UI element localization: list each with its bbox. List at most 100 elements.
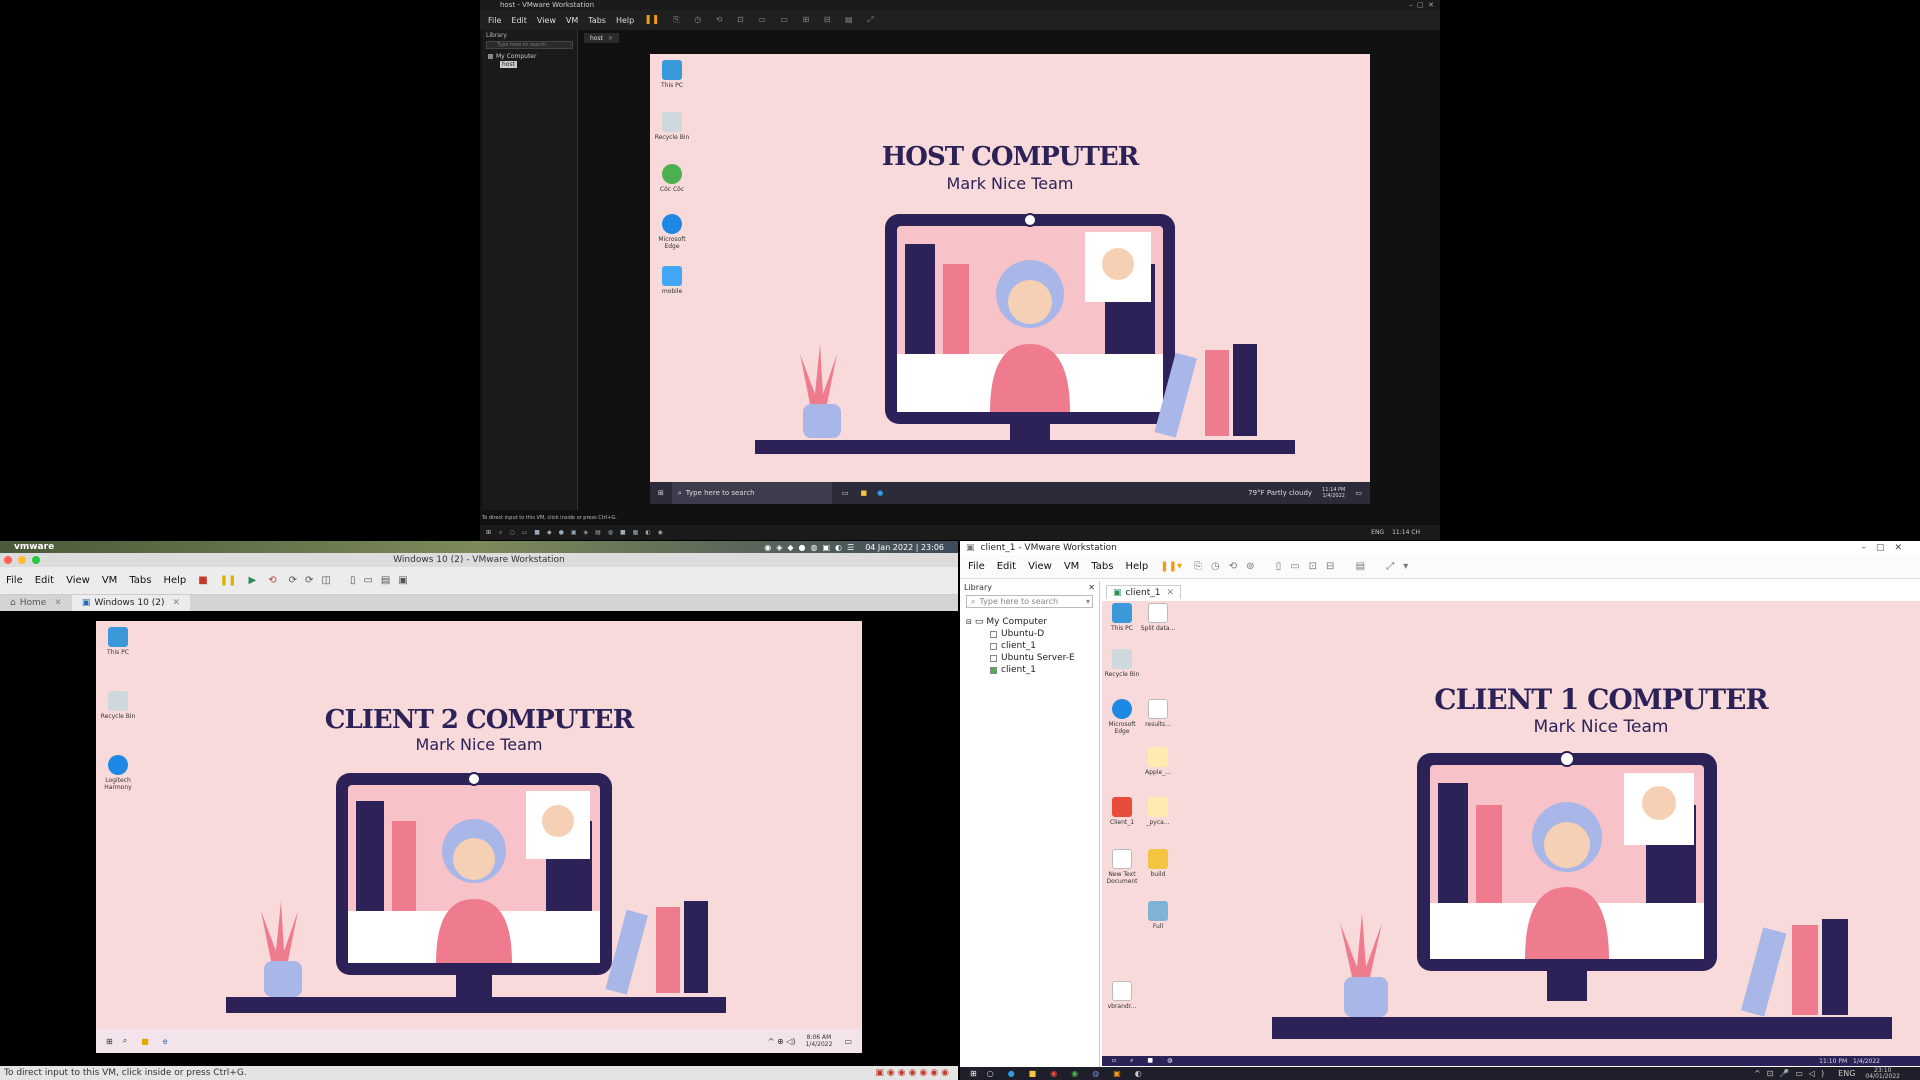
client1-icon-split-data[interactable]: Split data... (1138, 603, 1178, 632)
mac-tab-home[interactable]: ⌂ Home ✕ (0, 598, 72, 608)
host-window-controls[interactable]: – ▢ ✕ (1409, 1, 1434, 9)
host-desktop-icon-this-pc[interactable]: This PC (652, 60, 692, 89)
host-menu-vm[interactable]: VM (566, 16, 578, 25)
client1-icon-pycache[interactable]: _pyca... (1138, 797, 1178, 826)
mac-menu-tabs[interactable]: Tabs (129, 575, 151, 586)
client1-menu-help[interactable]: Help (1125, 561, 1148, 572)
file-explorer-icon[interactable]: ■ (1029, 1069, 1037, 1078)
mac-menu-file[interactable]: File (6, 575, 23, 586)
windows-start-icon[interactable]: ⊞ (970, 1069, 977, 1078)
client2-guest-clock[interactable]: 8:06 AM 1/4/2022 (805, 1034, 832, 1048)
edge-icon[interactable]: e (163, 1037, 168, 1046)
host-menu-view[interactable]: View (537, 16, 556, 25)
mac-tab-windows10[interactable]: ▣ Windows 10 (2) ✕ (71, 595, 191, 611)
notification-icon[interactable]: ▭ (844, 1037, 852, 1046)
client1-vm-tab[interactable]: ▣ client_1 ✕ (1106, 585, 1182, 599)
host-tree-root[interactable]: My Computer (488, 53, 577, 60)
edge-icon[interactable]: ● (1008, 1069, 1015, 1078)
mac-menu-help[interactable]: Help (163, 575, 186, 586)
notification-icon[interactable]: ▭ (1355, 489, 1362, 497)
host-desktop-icon-edge[interactable]: Microsoft Edge (652, 214, 692, 250)
client1-window-controls[interactable]: –▢✕ (1861, 543, 1912, 553)
mac-menu-view[interactable]: View (66, 575, 90, 586)
cortana-icon[interactable]: ○ (987, 1069, 994, 1078)
client1-menu-edit[interactable]: Edit (997, 561, 1016, 572)
client1-menu-tabs[interactable]: Tabs (1091, 561, 1113, 572)
host-vm-tab[interactable]: host ✕ (584, 33, 619, 43)
client1-guest-taskbar-apps[interactable]: ▫⌕■◍ (1112, 1057, 1186, 1065)
discord-icon[interactable]: ◍ (1092, 1069, 1099, 1078)
file-explorer-icon[interactable]: ■ (141, 1037, 149, 1046)
host-guest-start-icon[interactable]: ⊞ (658, 489, 664, 497)
pause-icon[interactable]: ❚❚▾ (1160, 561, 1182, 572)
client1-icon-full[interactable]: Full (1138, 901, 1178, 930)
mac-status-icons[interactable]: ◉◈◆●◍▣◐☰ (764, 543, 859, 552)
host-guest-search-box[interactable]: ⌕ Type here to search (671, 482, 832, 504)
tree-ubuntu-d[interactable]: Ubuntu-D (966, 628, 1099, 640)
search-icon[interactable]: ⌕ (123, 1036, 127, 1046)
client1-icon-build[interactable]: build (1138, 849, 1178, 878)
chevron-down-icon[interactable]: ▾ (1086, 597, 1090, 606)
client1-icon-results[interactable]: results... (1138, 699, 1178, 728)
tray-icons[interactable]: ^⊡🎤▭◁) (1754, 1069, 1830, 1078)
tree-client-1[interactable]: client_1 (966, 640, 1099, 652)
mac-app-name[interactable]: vmware (14, 542, 54, 552)
obs-icon[interactable]: ◐ (1135, 1069, 1142, 1078)
host-taskbar-apps[interactable]: ⌕○▭■◆●▣◈▤◍■▦◐◉ (499, 529, 670, 537)
coccoc-icon[interactable]: ◉ (1071, 1069, 1078, 1078)
client1-menu-file[interactable]: File (968, 561, 985, 572)
host-menu-tabs[interactable]: Tabs (588, 16, 606, 25)
tray-icons[interactable]: ^ ⊕ ◁) (768, 1037, 796, 1046)
client1-menu-vm[interactable]: VM (1064, 561, 1079, 572)
file-explorer-icon[interactable]: ■ (861, 489, 868, 497)
chrome-icon[interactable]: ◉ (1050, 1069, 1057, 1078)
client1-icon-new-text-doc[interactable]: New Text Document (1102, 849, 1142, 885)
close-tab-icon[interactable]: ✕ (1166, 588, 1174, 598)
tree-my-computer[interactable]: ⊟ ▭ My Computer (966, 616, 1099, 628)
client1-icon-this-pc[interactable]: This PC (1102, 603, 1142, 632)
host-pause-icon[interactable]: ❚❚ (644, 15, 659, 25)
host-guest-clock[interactable]: 11:14 PM 1/4/2022 (1322, 487, 1345, 499)
host-start-icon[interactable]: ⊞ (486, 529, 491, 536)
client1-host-clock[interactable]: 23:10 04/01/2022 (1865, 1067, 1900, 1080)
pause-icon[interactable]: ❚❚ (220, 575, 237, 586)
host-tab-close-icon[interactable]: ✕ (608, 35, 613, 42)
client1-menu-view[interactable]: View (1028, 561, 1052, 572)
mac-toolbar-icons[interactable]: ⟳⟳◫ ▯▭▤▣ (289, 575, 416, 586)
play-icon[interactable]: ▶ (248, 575, 256, 586)
edge-icon[interactable]: ● (877, 489, 883, 497)
stop-icon[interactable]: ■ (198, 575, 207, 586)
host-toolbar-icons[interactable]: ⎘ ◷ ⟲ ⊡ ▭ ▭ ⊞ ⊟ ▤ ⤢ (673, 15, 879, 25)
host-tree-child[interactable]: host (500, 61, 577, 68)
reset-icon[interactable]: ⟲ (268, 575, 276, 586)
tree-client-1-running[interactable]: client_1 (966, 664, 1099, 676)
host-desktop-icon-mobile[interactable]: mobile (652, 266, 692, 295)
mac-device-icons[interactable]: ▣◉◉◉◉◉◉ (875, 1068, 952, 1078)
host-library-search[interactable]: Type here to search (486, 41, 573, 49)
client2-guest-desktop[interactable]: This PC Recycle Bin Logitech Harmony CLI… (96, 621, 862, 1053)
mac-menu-edit[interactable]: Edit (35, 575, 54, 586)
host-menu-help[interactable]: Help (616, 16, 634, 25)
client1-guest-clock[interactable]: 11:10 PM 1/4/2022 (1819, 1058, 1880, 1065)
task-view-icon[interactable]: ▭ (842, 489, 849, 497)
client2-icon-logitech[interactable]: Logitech Harmony (98, 755, 138, 791)
vmware-taskbar-icon[interactable]: ▣ (1113, 1069, 1121, 1078)
close-library-icon[interactable]: ✕ (1088, 583, 1095, 592)
host-menu-file[interactable]: File (488, 16, 501, 25)
windows-start-icon[interactable]: ⊞ (106, 1037, 113, 1046)
client1-icon-client-1[interactable]: Client_1 (1102, 797, 1142, 826)
host-desktop-icon-recycle-bin[interactable]: Recycle Bin (652, 112, 692, 141)
client1-icon-vbrandr[interactable]: vbrandr... (1102, 981, 1142, 1010)
mac-menu-vm[interactable]: VM (102, 575, 117, 586)
client1-icon-apple[interactable]: Apple_... (1138, 747, 1178, 776)
host-guest-desktop[interactable]: This PC Recycle Bin Côc Côc Microsoft Ed… (650, 54, 1370, 504)
tree-ubuntu-server-e[interactable]: Ubuntu Server-E (966, 652, 1099, 664)
client1-library-search[interactable]: ⌕ Type here to search ▾ (966, 595, 1093, 608)
client2-icon-this-pc[interactable]: This PC (98, 627, 138, 656)
close-tab-icon[interactable]: ✕ (172, 598, 180, 608)
client1-icon-recycle-bin[interactable]: Recycle Bin (1102, 649, 1142, 678)
close-tab-icon[interactable]: ✕ (54, 598, 62, 608)
client1-icon-edge[interactable]: Microsoft Edge (1102, 699, 1142, 735)
client1-toolbar-icons[interactable]: ⎘◷⟲⊚ ▯▭⊡⊟ ▤ ⤢▾ (1194, 561, 1417, 572)
host-menu-edit[interactable]: Edit (511, 16, 527, 25)
